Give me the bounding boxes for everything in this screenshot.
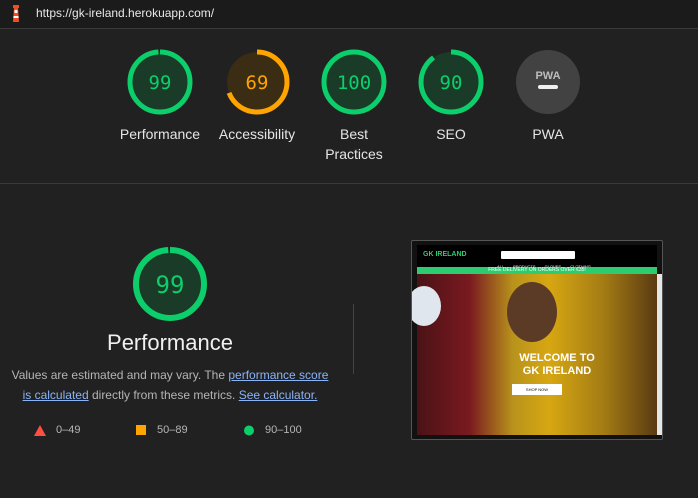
goalkeeper-graphic [507,282,557,342]
gauge-label: Accessibility [218,126,296,142]
gauge-score: 99 [149,72,172,94]
hero-heading: WELCOME TO GK IRELAND [477,352,637,378]
gauge-seo[interactable]: 90 SEO [401,49,501,144]
detail-description: Values are estimated and may vary. The p… [8,365,332,405]
gauge-ring: 69 [224,49,290,115]
site-header: GK IRELAND ALL PRODUCTS GLOVES CLOTHING [417,245,657,269]
gauge-ring: 99 [127,49,193,115]
performance-detail: 99 Performance Values are estimated and … [0,184,698,498]
site-hero: WELCOME TO GK IRELAND SHOP NOW [412,274,657,435]
gauge-score: 90 [440,72,463,94]
page-screenshot[interactable]: GK IRELAND ALL PRODUCTS GLOVES CLOTHING … [411,240,663,440]
page-url[interactable]: https://gk-ireland.herokuapp.com/ [36,6,214,20]
legend-range: 90–100 [265,424,302,436]
legend-range: 50–89 [157,424,188,436]
gauge-score: 100 [337,72,371,94]
ball-graphic [412,286,441,326]
see-calculator-link[interactable]: See calculator. [239,388,318,402]
triangle-icon [34,424,46,436]
top-bar: https://gk-ireland.herokuapp.com/ [0,0,698,29]
legend-pass: 90–100 [244,424,302,436]
lighthouse-icon [13,5,19,22]
pwa-badge-icon: PWA [516,50,580,114]
legend-fail: 0–49 [34,424,80,436]
gauge-label: Performance [119,126,201,142]
hero-heading-line: WELCOME TO [519,352,595,364]
legend-average: 50–89 [136,424,188,436]
legend-range: 0–49 [56,424,81,436]
site-search-bar [501,251,575,259]
pwa-badge-text: PWA [535,70,560,82]
gauge-score: 69 [246,72,269,94]
gauge-label: Best Practices [325,126,383,162]
gauge-best-practices[interactable]: 100 Best Practices [304,49,404,164]
gauge-performance[interactable]: 99 Performance [110,49,210,144]
shop-now-button: SHOP NOW [512,384,562,395]
detail-title: Performance [107,330,233,355]
gauge-pwa[interactable]: PWA PWA [498,49,598,144]
desc-text: directly from these metrics. [88,388,239,402]
desc-text: Values are estimated and may vary. The [11,368,229,382]
gauge-ring: 90 [418,49,484,115]
site-logo: GK IRELAND [423,251,467,258]
gauge-ring: 100 [321,49,387,115]
divider [353,304,354,374]
scrollbar [657,274,662,435]
gauge-score: 99 [156,271,185,299]
gauge-accessibility[interactable]: 69 Accessibility [207,49,307,144]
site-delivery-banner: FREE DELIVERY ON ORDERS OVER €35! [417,267,657,274]
gauge-label: SEO [436,126,466,142]
hero-heading-line: GK IRELAND [522,365,592,377]
category-gauges: 99 Performance 69 Accessibility 100 Best… [0,29,698,184]
square-icon [136,424,146,435]
gauge-label: PWA [532,126,564,142]
circle-icon [244,425,254,435]
performance-gauge-large: 99 [133,247,207,321]
